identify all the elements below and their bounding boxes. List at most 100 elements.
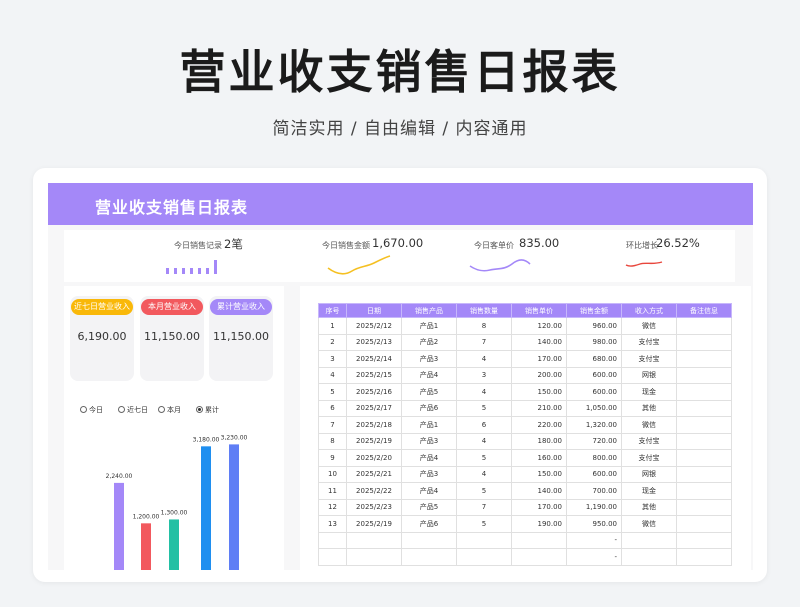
table-cell[interactable]: 2 xyxy=(318,333,347,351)
table-cell[interactable] xyxy=(346,548,402,566)
table-cell[interactable]: 2025/2/19 xyxy=(346,515,402,533)
table-cell[interactable] xyxy=(318,548,347,566)
table-cell[interactable] xyxy=(676,416,732,434)
table-cell[interactable] xyxy=(456,548,512,566)
table-cell[interactable]: 现金 xyxy=(621,383,677,401)
table-cell[interactable] xyxy=(676,350,732,368)
table-cell[interactable] xyxy=(676,515,732,533)
table-cell[interactable] xyxy=(676,531,732,549)
table-row[interactable]: 10 2025/2/21 产品3 4 150.00 600.00 网银 xyxy=(318,465,732,483)
radio-month[interactable]: 本月 xyxy=(158,404,181,416)
table-cell[interactable]: 2025/2/19 xyxy=(346,432,402,450)
table-cell[interactable]: 1,190.00 xyxy=(566,498,622,516)
table-cell[interactable]: 13 xyxy=(318,515,347,533)
table-cell[interactable]: 2025/2/20 xyxy=(346,449,402,467)
table-cell[interactable]: 8 xyxy=(318,432,347,450)
table-cell[interactable]: 180.00 xyxy=(511,432,567,450)
table-row[interactable]: 4 2025/2/15 产品4 3 200.00 600.00 网银 xyxy=(318,366,732,384)
table-cell[interactable]: 950.00 xyxy=(566,515,622,533)
table-cell[interactable] xyxy=(676,333,732,351)
table-cell[interactable]: 产品3 xyxy=(401,432,457,450)
table-row[interactable]: 7 2025/2/18 产品1 6 220.00 1,320.00 微信 xyxy=(318,416,732,434)
table-cell[interactable] xyxy=(511,531,567,549)
table-cell[interactable]: 6 xyxy=(318,399,347,417)
table-cell[interactable]: 11 xyxy=(318,482,347,500)
table-cell[interactable]: 5 xyxy=(318,383,347,401)
table-cell[interactable]: 680.00 xyxy=(566,350,622,368)
table-cell[interactable] xyxy=(676,317,732,335)
table-cell[interactable]: 支付宝 xyxy=(621,432,677,450)
table-cell[interactable]: 产品4 xyxy=(401,366,457,384)
table-row[interactable]: - xyxy=(318,531,732,549)
table-cell[interactable]: 产品3 xyxy=(401,465,457,483)
table-cell[interactable]: 2025/2/17 xyxy=(346,399,402,417)
radio-7days[interactable]: 近七日 xyxy=(118,404,148,416)
table-cell[interactable]: 产品5 xyxy=(401,498,457,516)
table-cell[interactable] xyxy=(401,548,457,566)
radio-today[interactable]: 今日 xyxy=(80,404,103,416)
table-cell[interactable]: 600.00 xyxy=(566,366,622,384)
table-row[interactable]: 6 2025/2/17 产品6 5 210.00 1,050.00 其他 xyxy=(318,399,732,417)
table-cell[interactable]: 5 xyxy=(456,515,512,533)
table-cell[interactable]: 10 xyxy=(318,465,347,483)
table-row[interactable]: 3 2025/2/14 产品3 4 170.00 680.00 支付宝 xyxy=(318,350,732,368)
table-cell[interactable]: 4 xyxy=(456,383,512,401)
table-cell[interactable]: 8 xyxy=(456,317,512,335)
table-cell[interactable]: 4 xyxy=(456,465,512,483)
table-cell[interactable]: 1,320.00 xyxy=(566,416,622,434)
table-cell[interactable]: 5 xyxy=(456,449,512,467)
table-cell[interactable]: 140.00 xyxy=(511,482,567,500)
table-cell[interactable]: 1,050.00 xyxy=(566,399,622,417)
table-cell[interactable]: 170.00 xyxy=(511,350,567,368)
table-cell[interactable]: 150.00 xyxy=(511,383,567,401)
table-cell[interactable]: 支付宝 xyxy=(621,350,677,368)
table-cell[interactable]: 720.00 xyxy=(566,432,622,450)
table-cell[interactable]: 产品4 xyxy=(401,482,457,500)
table-cell[interactable]: 其他 xyxy=(621,399,677,417)
table-cell[interactable]: 9 xyxy=(318,449,347,467)
table-cell[interactable]: - xyxy=(566,531,622,549)
table-cell[interactable] xyxy=(676,432,732,450)
table-cell[interactable]: 200.00 xyxy=(511,366,567,384)
table-cell[interactable]: 6 xyxy=(456,416,512,434)
table-cell[interactable]: 2025/2/13 xyxy=(346,333,402,351)
table-cell[interactable]: 网银 xyxy=(621,465,677,483)
table-cell[interactable] xyxy=(676,482,732,500)
table-cell[interactable] xyxy=(401,531,457,549)
table-cell[interactable]: 产品1 xyxy=(401,317,457,335)
table-cell[interactable]: 7 xyxy=(318,416,347,434)
table-cell[interactable] xyxy=(676,465,732,483)
table-cell[interactable]: 其他 xyxy=(621,498,677,516)
table-row[interactable]: 8 2025/2/19 产品3 4 180.00 720.00 支付宝 xyxy=(318,432,732,450)
table-row[interactable]: 11 2025/2/22 产品4 5 140.00 700.00 现金 xyxy=(318,482,732,500)
table-cell[interactable]: 220.00 xyxy=(511,416,567,434)
table-row[interactable]: 1 2025/2/12 产品1 8 120.00 960.00 微信 xyxy=(318,317,732,335)
table-cell[interactable]: 700.00 xyxy=(566,482,622,500)
table-cell[interactable]: 支付宝 xyxy=(621,333,677,351)
table-cell[interactable] xyxy=(511,548,567,566)
table-row[interactable]: 2 2025/2/13 产品2 7 140.00 980.00 支付宝 xyxy=(318,333,732,351)
table-cell[interactable] xyxy=(456,531,512,549)
table-cell[interactable]: 2025/2/22 xyxy=(346,482,402,500)
table-cell[interactable]: 产品5 xyxy=(401,383,457,401)
table-cell[interactable]: 5 xyxy=(456,399,512,417)
table-row[interactable]: 12 2025/2/23 产品5 7 170.00 1,190.00 其他 xyxy=(318,498,732,516)
table-cell[interactable]: 190.00 xyxy=(511,515,567,533)
table-cell[interactable]: 微信 xyxy=(621,317,677,335)
table-cell[interactable]: 7 xyxy=(456,498,512,516)
table-row[interactable]: - xyxy=(318,548,732,566)
table-cell[interactable]: 7 xyxy=(456,333,512,351)
table-cell[interactable]: 160.00 xyxy=(511,449,567,467)
table-cell[interactable] xyxy=(676,449,732,467)
table-cell[interactable]: 现金 xyxy=(621,482,677,500)
table-cell[interactable]: 140.00 xyxy=(511,333,567,351)
table-row[interactable]: 13 2025/2/19 产品6 5 190.00 950.00 微信 xyxy=(318,515,732,533)
table-cell[interactable]: 支付宝 xyxy=(621,449,677,467)
table-cell[interactable]: 5 xyxy=(456,482,512,500)
table-cell[interactable]: 产品1 xyxy=(401,416,457,434)
table-cell[interactable] xyxy=(676,366,732,384)
table-cell[interactable]: 2025/2/12 xyxy=(346,317,402,335)
table-cell[interactable]: 1 xyxy=(318,317,347,335)
table-cell[interactable]: 2025/2/16 xyxy=(346,383,402,401)
table-cell[interactable]: 120.00 xyxy=(511,317,567,335)
